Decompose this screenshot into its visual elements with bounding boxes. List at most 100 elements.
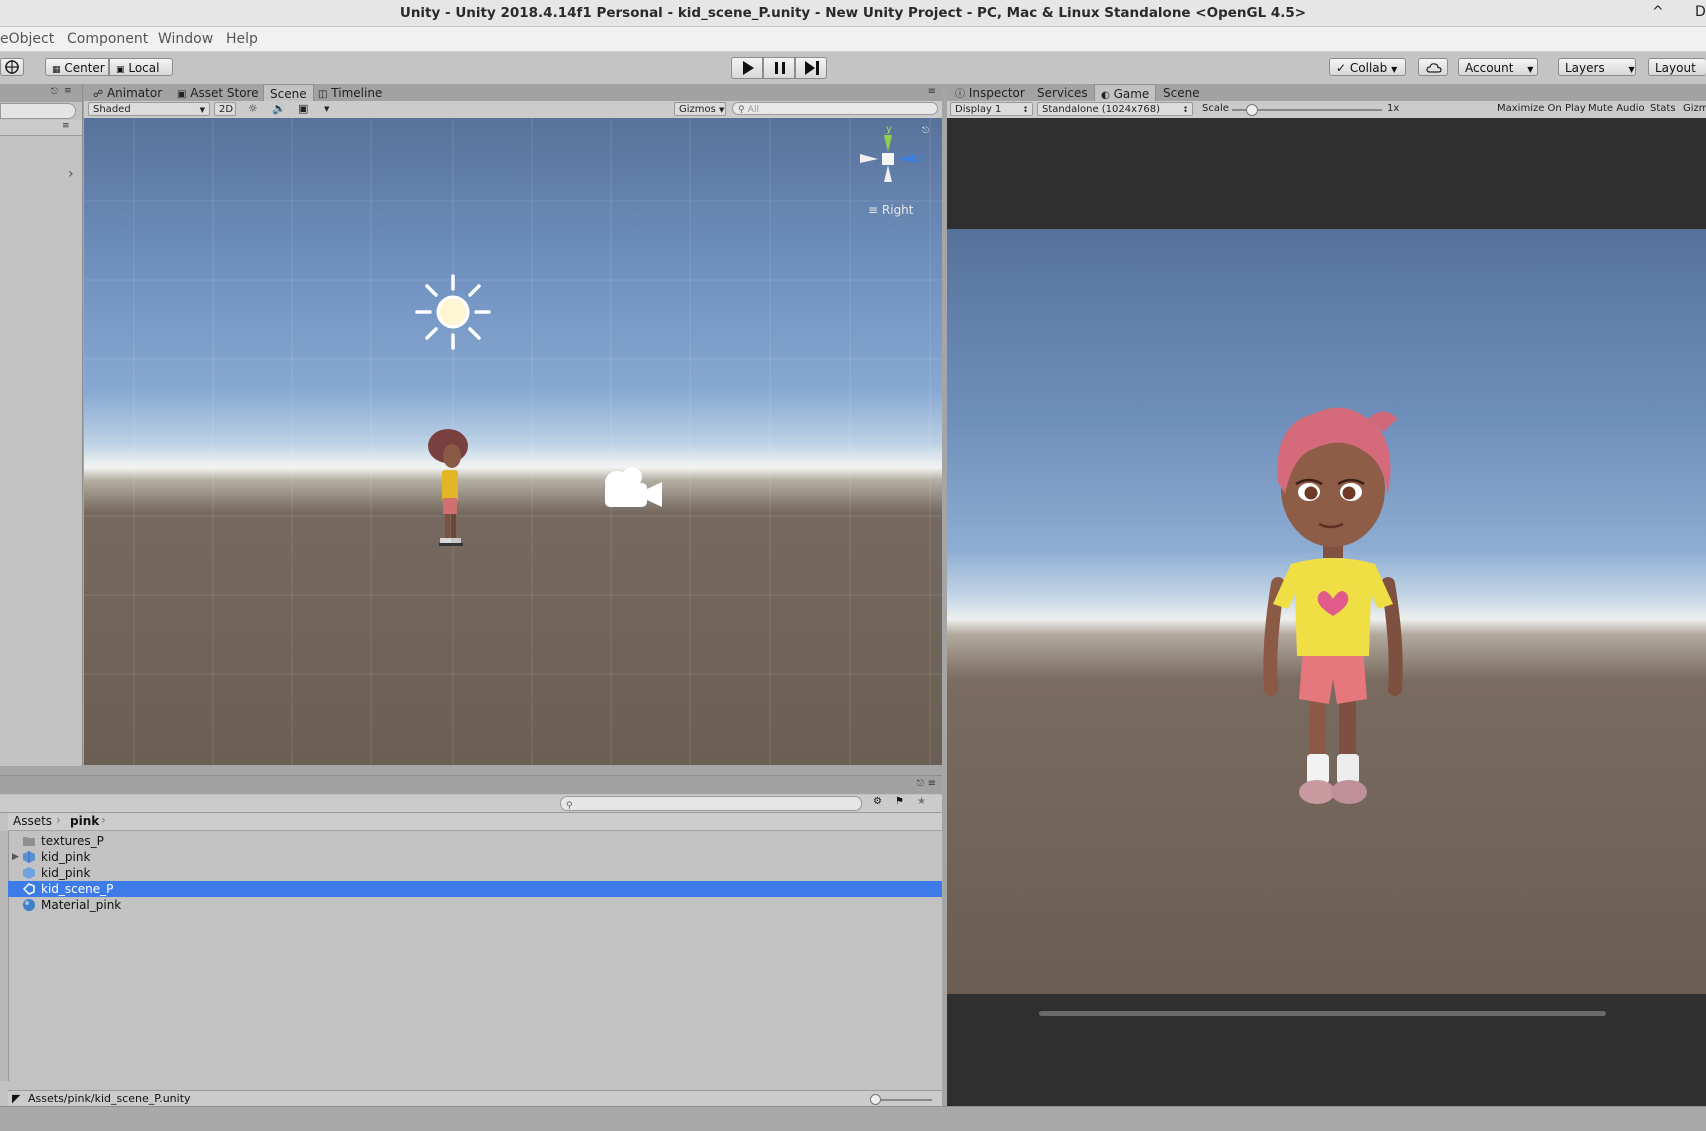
project-panel: ⎋ ≡ ⚲ ⚙ ⚑ ★ Assets › pink › textures_P ▶… (0, 775, 942, 1108)
tab-asset-store-label: Asset Store (190, 86, 259, 100)
tab-services-label: Services (1037, 86, 1088, 100)
tab-inspector[interactable]: ⓘ Inspector (955, 84, 1025, 102)
gizmo-lock-icon[interactable]: ⎋ (922, 126, 929, 136)
prefab-icon (23, 851, 35, 863)
pivot-icon: ▦ (52, 65, 61, 75)
tab-game-label: Game (1113, 87, 1150, 101)
cloud-icon (1426, 63, 1442, 73)
chevron-down-icon: ▼ (1391, 65, 1398, 74)
pivot-center-label: Center (64, 61, 105, 75)
gizmo-z-label: z (918, 154, 923, 165)
pivot-center-button[interactable]: ▦ Center (45, 58, 109, 76)
menu-component[interactable]: Component (67, 31, 148, 47)
expand-arrow-icon[interactable]: ▶ (12, 849, 19, 865)
filter-by-label-icon[interactable]: ⚑ (895, 796, 904, 807)
search-icon: ⚲ (738, 105, 745, 115)
menu-help[interactable]: Help (226, 31, 258, 47)
gizmos-dropdown[interactable]: Gizmos ▼ (674, 102, 726, 116)
breadcrumb-assets[interactable]: Assets (13, 814, 52, 828)
list-item-label: kid_scene_P (41, 882, 114, 896)
account-dropdown[interactable]: Account ▼ (1458, 58, 1538, 76)
local-cube-icon: ▣ (116, 65, 125, 75)
project-search-input[interactable]: ⚲ (560, 796, 862, 811)
filter-by-type-icon[interactable]: ⚙ (873, 796, 882, 807)
layers-dropdown[interactable]: Layers ▼ (1558, 58, 1636, 76)
window-button[interactable]: D (1695, 4, 1706, 20)
game-scrollbar[interactable] (1039, 1011, 1606, 1016)
shading-mode-dropdown[interactable]: Shaded ▼ (88, 102, 210, 116)
list-item-label: kid_pink (41, 850, 91, 864)
directional-light-icon[interactable] (413, 272, 493, 352)
collab-dropdown[interactable]: ✓ Collab ▼ (1329, 58, 1406, 76)
play-button[interactable] (731, 57, 763, 79)
effects-chevron-down-icon[interactable]: ▼ (324, 102, 329, 116)
list-item-selected[interactable]: kid_scene_P (8, 881, 942, 897)
lighting-toggle-icon[interactable]: ☼ (248, 102, 258, 116)
unity-scene-icon (23, 883, 35, 895)
list-item[interactable]: ▶ kid_pink (8, 849, 942, 865)
folder-icon (23, 837, 35, 846)
material-icon (23, 899, 35, 911)
minimize-button[interactable]: ^ (1652, 4, 1664, 20)
list-item[interactable]: kid_pink (8, 865, 942, 881)
layout-dropdown[interactable]: Layout (1648, 58, 1706, 76)
collab-label: Collab (1349, 61, 1388, 75)
game-view[interactable] (947, 118, 1706, 1106)
tab-game[interactable]: ◐ Game (1094, 84, 1157, 102)
tab-timeline[interactable]: ◫ Timeline (318, 84, 382, 102)
stats-toggle[interactable]: Stats (1650, 102, 1676, 116)
breadcrumb: Assets › pink › (8, 813, 942, 831)
hierarchy-search-input[interactable] (0, 103, 76, 119)
collab-check-icon: ✓ (1336, 61, 1347, 75)
tab-services[interactable]: Services (1037, 84, 1088, 102)
list-item[interactable]: Material_pink (8, 897, 942, 913)
favorite-star-icon[interactable]: ★ (917, 796, 926, 807)
step-button[interactable] (795, 57, 827, 79)
scene-search-input[interactable]: ⚲ All (732, 102, 938, 115)
display-dropdown[interactable]: Display 1 ↕ (950, 102, 1033, 116)
project-toolbar: ⚲ ⚙ ⚑ ★ (0, 795, 942, 813)
mute-audio-toggle[interactable]: Mute Audio (1588, 102, 1645, 116)
scene-character-model[interactable] (425, 428, 475, 552)
hierarchy-menu-icon[interactable]: ≡ (62, 121, 70, 131)
view-mode-label[interactable]: ≡ Right (868, 203, 914, 217)
maximize-on-play-toggle[interactable]: Maximize On Play (1497, 102, 1586, 116)
menu-gameobject[interactable]: eObject (0, 31, 54, 47)
project-pane-menu-icon[interactable]: ≡ (928, 778, 936, 789)
resolution-dropdown[interactable]: Standalone (1024x768) ↕ (1037, 102, 1193, 116)
list-item[interactable]: textures_P (8, 833, 942, 849)
audio-toggle-icon[interactable]: 🔊 (272, 102, 286, 116)
tab-timeline-label: Timeline (331, 86, 383, 100)
tab-animator[interactable]: ☍ Animator (93, 84, 162, 102)
menu-window[interactable]: Window (158, 31, 213, 47)
pause-icon (775, 62, 785, 74)
tab-scene[interactable]: Scene (263, 84, 314, 102)
scale-slider-thumb[interactable] (1246, 104, 1258, 116)
project-lock-icon[interactable]: ⎋ (917, 779, 924, 789)
tab-scene-label: Scene (270, 87, 307, 101)
pane-menu-icon[interactable]: ≡ (928, 86, 936, 97)
2d-toggle[interactable]: 2D (214, 102, 236, 116)
cloud-button[interactable] (1418, 58, 1448, 76)
icon-size-slider-track[interactable] (876, 1099, 932, 1101)
scene-view[interactable]: y z ⎋ ≡ Right (84, 118, 942, 765)
search-icon: ⚲ (566, 801, 573, 811)
camera-icon[interactable] (599, 463, 669, 513)
orientation-gizmo[interactable]: y z (854, 122, 924, 197)
2d-label: 2D (219, 104, 234, 115)
chevron-right-icon[interactable]: › (68, 166, 74, 182)
icon-size-slider-thumb[interactable] (870, 1094, 881, 1105)
game-gizmos-toggle[interactable]: Gizm (1683, 102, 1706, 116)
effects-toggle-icon[interactable]: ▣ (298, 102, 308, 116)
title-bar: Unity - Unity 2018.4.14f1 Personal - kid… (0, 0, 1706, 27)
tab-asset-store[interactable]: ▣ Asset Store (177, 84, 259, 102)
window-title: Unity - Unity 2018.4.14f1 Personal - kid… (399, 5, 1307, 21)
breadcrumb-pink[interactable]: pink (70, 814, 99, 828)
pivot-local-button[interactable]: ▣ Local (109, 58, 173, 76)
rect-tool-button[interactable] (0, 58, 24, 76)
tab-inspector-label: Inspector (968, 86, 1025, 100)
tab-scene-2[interactable]: Scene (1163, 84, 1200, 102)
pause-button[interactable] (763, 57, 795, 79)
gizmos-label: Gizmos (679, 104, 716, 115)
project-tab-strip: ⎋ ≡ (0, 776, 942, 794)
